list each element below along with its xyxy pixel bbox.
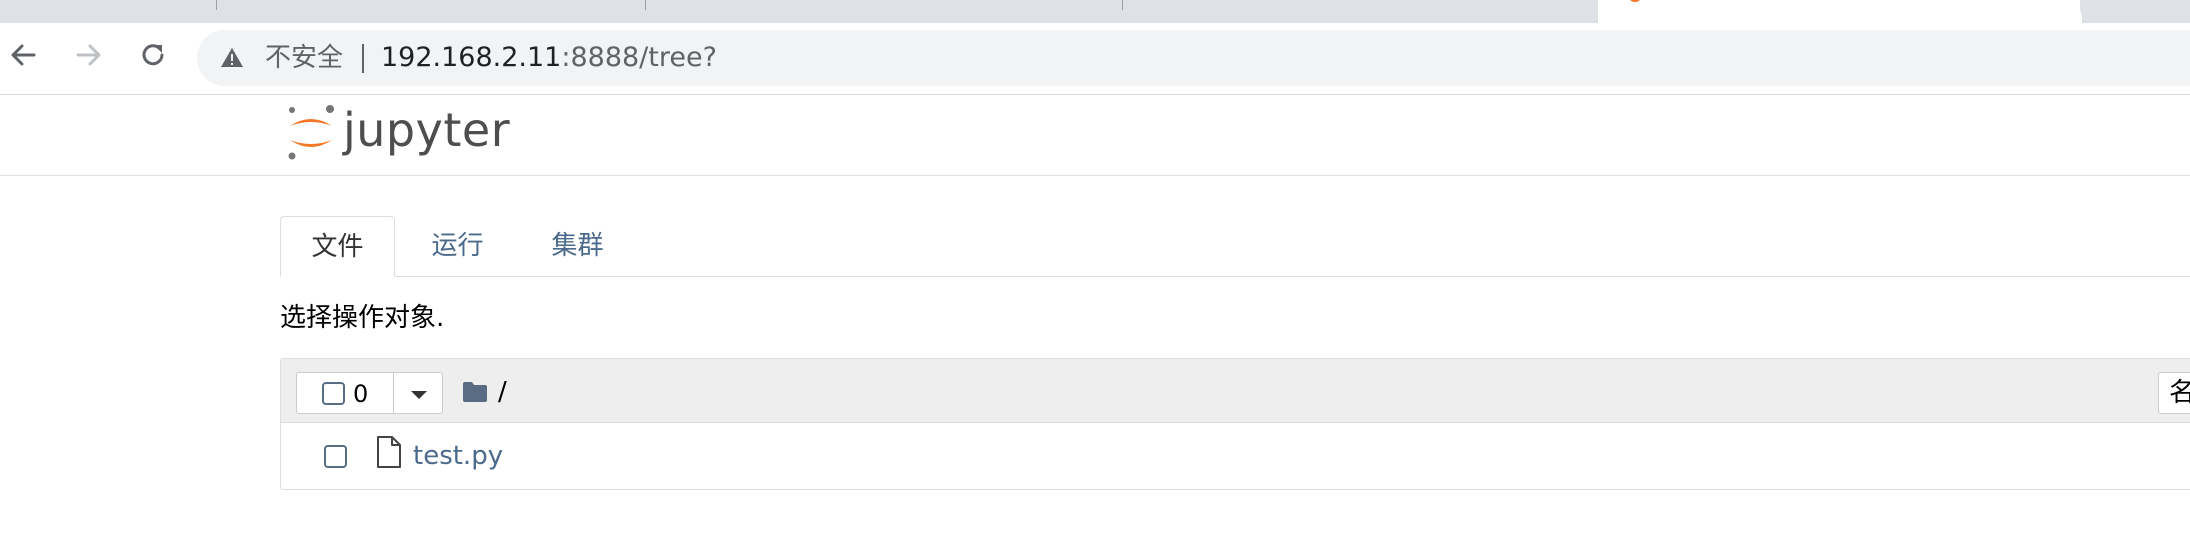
jupyter-logo-text[interactable]: jupyter xyxy=(343,100,510,160)
select-all-button[interactable]: 0 xyxy=(296,372,394,414)
arrow-right-icon xyxy=(76,44,101,66)
browser-tab[interactable] xyxy=(2080,0,2190,22)
url-host: 192.168.2.11 xyxy=(381,42,562,73)
url-path: :8888/tree? xyxy=(561,42,717,73)
back-button[interactable] xyxy=(6,38,40,72)
warning-icon[interactable] xyxy=(220,46,244,70)
selection-control: 0 xyxy=(296,372,443,414)
breadcrumb-root[interactable]: / xyxy=(498,374,507,410)
browser-tab-active[interactable] xyxy=(1598,0,2082,23)
reload-icon xyxy=(142,44,164,66)
arrow-left-icon xyxy=(11,44,36,66)
tab-clusters[interactable]: 集群 xyxy=(530,216,625,277)
selection-dropdown-button[interactable] xyxy=(394,372,443,414)
jupyter-logo-icon[interactable] xyxy=(286,104,336,162)
select-all-checkbox[interactable] xyxy=(322,382,345,405)
url-text[interactable]: 192.168.2.11:8888/tree? xyxy=(381,40,717,76)
tab-separator xyxy=(216,0,217,10)
folder-icon xyxy=(463,382,487,402)
reload-button[interactable] xyxy=(136,38,170,72)
tab-separator xyxy=(645,0,646,10)
tab-separator xyxy=(1122,0,1123,10)
caret-down-icon xyxy=(411,391,427,399)
file-list-header xyxy=(281,359,2190,423)
file-checkbox[interactable] xyxy=(324,445,347,468)
tab-running[interactable]: 运行 xyxy=(410,216,505,277)
select-prompt: 选择操作对象. xyxy=(280,303,445,333)
tab-files[interactable]: 文件 xyxy=(280,216,395,277)
file-link[interactable]: test.py xyxy=(413,438,503,474)
security-status-label[interactable]: 不安全 xyxy=(265,40,343,76)
address-divider xyxy=(362,44,364,73)
forward-button[interactable] xyxy=(72,38,106,72)
sort-label: 名 xyxy=(2169,378,2190,408)
file-icon xyxy=(377,436,401,468)
sort-by-name-button[interactable]: 名 xyxy=(2158,372,2190,414)
selected-count: 0 xyxy=(353,380,369,408)
